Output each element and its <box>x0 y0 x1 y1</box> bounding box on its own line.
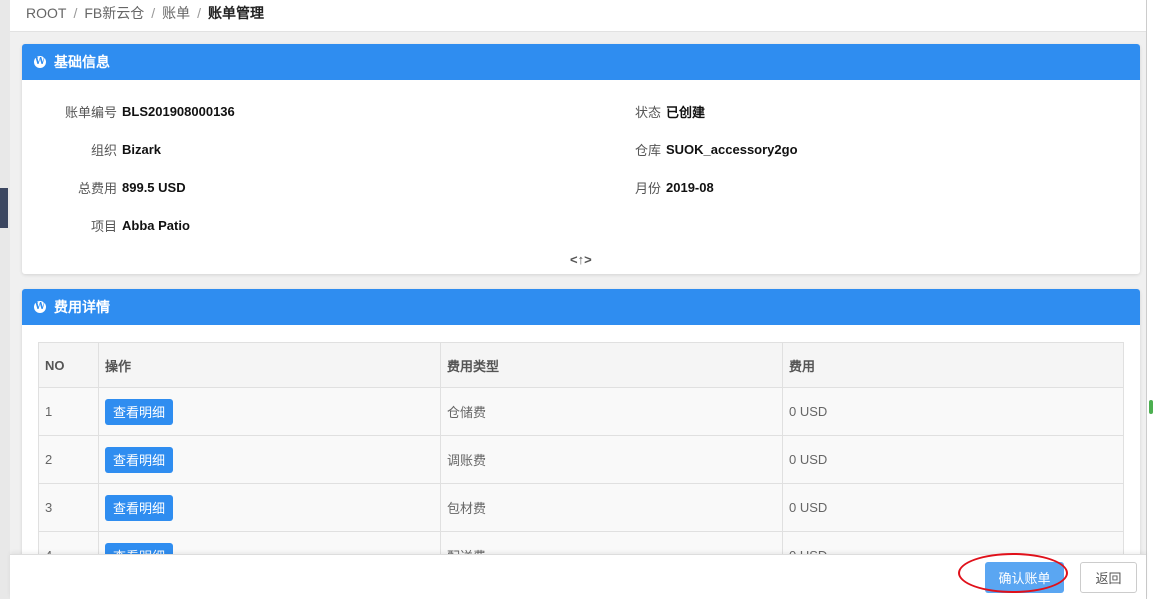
field-value: 2019-08 <box>666 180 714 195</box>
cell-action: 查看明细 <box>98 387 441 436</box>
wordpress-icon: W <box>34 301 46 313</box>
breadcrumb-separator: / <box>73 5 78 21</box>
fee-table: NO 操作 费用类型 费用 1 查看明细 仓储费 0 USD 2 查看明细 调账… <box>38 342 1124 580</box>
fee-details-panel: W 费用详情 NO 操作 费用类型 费用 1 查看明细 仓储费 0 USD 2 … <box>22 289 1140 599</box>
field-label: 月份 <box>634 181 661 196</box>
breadcrumb-item-root[interactable]: ROOT <box>26 5 66 21</box>
cell-fee-type: 包材费 <box>440 483 783 532</box>
field-project: 项目 Abba Patio <box>22 216 190 235</box>
column-header-fee-type: 费用类型 <box>440 342 783 388</box>
breadcrumb-separator: / <box>197 5 202 21</box>
cell-fee: 0 USD <box>782 435 1124 484</box>
field-value: SUOK_accessory2go <box>666 142 798 157</box>
column-header-action: 操作 <box>98 342 441 388</box>
field-bill-no: 账单编号 BLS201908000136 <box>22 102 235 121</box>
field-status: 状态 已创建 <box>566 102 705 121</box>
field-value: 899.5 USD <box>122 180 186 195</box>
basic-info-panel: W 基础信息 账单编号 BLS201908000136 状态 已创建 组织 Bi… <box>22 44 1140 274</box>
column-header-no: NO <box>38 342 99 388</box>
field-label: 账单编号 <box>64 105 117 120</box>
basic-info-header: W 基础信息 <box>22 44 1140 80</box>
table-row: 1 查看明细 仓储费 0 USD <box>38 387 1124 436</box>
column-header-fee: 费用 <box>782 342 1124 388</box>
cell-no: 3 <box>38 483 99 532</box>
cell-fee: 0 USD <box>782 483 1124 532</box>
view-detail-button[interactable]: 查看明细 <box>105 398 174 425</box>
sidebar-active-marker <box>0 188 8 228</box>
wordpress-icon: W <box>34 56 46 68</box>
cell-fee-type: 调账费 <box>440 435 783 484</box>
table-row: 2 查看明细 调账费 0 USD <box>38 435 1124 484</box>
breadcrumb: ROOT / FB新云仓 / 账单 / 账单管理 <box>10 0 1146 32</box>
field-value: BLS201908000136 <box>122 104 235 119</box>
table-row: 3 查看明细 包材费 0 USD <box>38 483 1124 532</box>
field-label: 仓库 <box>634 143 661 158</box>
field-org: 组织 Bizark <box>22 140 161 159</box>
collapse-toggle-icon[interactable]: <↑> <box>570 252 592 267</box>
field-label: 组织 <box>90 143 117 158</box>
breadcrumb-separator: / <box>151 5 156 21</box>
field-value: Abba Patio <box>122 218 190 233</box>
field-month: 月份 2019-08 <box>566 178 714 197</box>
left-sidebar-edge <box>0 0 10 599</box>
cell-action: 查看明细 <box>98 483 441 532</box>
breadcrumb-item-bill[interactable]: 账单 <box>162 5 190 21</box>
scroll-indicator <box>1149 400 1153 414</box>
footer-action-bar: 确认账单 返回 <box>10 553 1146 599</box>
breadcrumb-item-warehouse[interactable]: FB新云仓 <box>84 5 144 21</box>
basic-info-title: 基础信息 <box>54 54 110 70</box>
field-label: 状态 <box>634 105 661 120</box>
breadcrumb-current: 账单管理 <box>208 5 265 21</box>
cell-action: 查看明细 <box>98 435 441 484</box>
table-header-row: NO 操作 费用类型 费用 <box>38 342 1124 388</box>
view-detail-button[interactable]: 查看明细 <box>105 494 174 521</box>
scrollbar[interactable] <box>1146 0 1154 599</box>
confirm-bill-button[interactable]: 确认账单 <box>985 562 1064 593</box>
cell-fee: 0 USD <box>782 387 1124 436</box>
field-label: 总费用 <box>77 181 117 196</box>
cell-no: 2 <box>38 435 99 484</box>
field-value: 已创建 <box>666 105 706 120</box>
view-detail-button[interactable]: 查看明细 <box>105 446 174 473</box>
fee-details-header: W 费用详情 <box>22 289 1140 325</box>
back-button[interactable]: 返回 <box>1080 562 1137 593</box>
cell-no: 1 <box>38 387 99 436</box>
field-label: 项目 <box>90 219 117 234</box>
cell-fee-type: 仓储费 <box>440 387 783 436</box>
field-warehouse: 仓库 SUOK_accessory2go <box>566 140 798 159</box>
field-total: 总费用 899.5 USD <box>22 178 186 197</box>
field-value: Bizark <box>122 142 162 157</box>
fee-details-title: 费用详情 <box>54 299 110 315</box>
